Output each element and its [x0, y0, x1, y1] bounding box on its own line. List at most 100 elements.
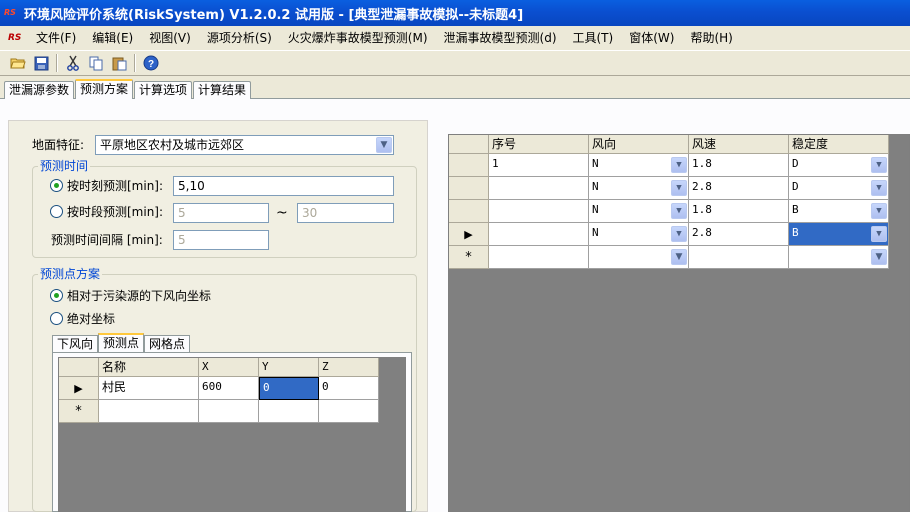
new-row-selector[interactable]: *: [59, 400, 99, 423]
chevron-down-icon[interactable]: ▼: [871, 226, 887, 242]
stability-select[interactable]: ▼: [789, 246, 889, 269]
ground-feature-value: 平原地区农村及城市远郊区: [100, 138, 245, 152]
wind-dir-select[interactable]: N ▼: [589, 200, 689, 223]
wind-dir-select[interactable]: N ▼: [589, 177, 689, 200]
help-icon[interactable]: ?: [141, 53, 161, 73]
chevron-down-icon[interactable]: ▼: [871, 180, 887, 196]
tab-downwind[interactable]: 下风向: [52, 335, 99, 353]
wind-dir-value: N: [592, 203, 599, 216]
tab-leak-source-params[interactable]: 泄漏源参数: [4, 81, 75, 99]
row-selector[interactable]: [449, 200, 489, 223]
grid-cell-wind-speed[interactable]: 1.8: [689, 200, 789, 223]
radio-relative-coords[interactable]: [50, 289, 63, 302]
stability-select[interactable]: B ▼: [789, 200, 889, 223]
grid-header-stability[interactable]: 稳定度: [789, 135, 889, 154]
grid-header-z[interactable]: Z: [319, 358, 379, 377]
svg-text:?: ?: [148, 59, 154, 70]
grid-cell-wind-speed[interactable]: 1.8: [689, 154, 789, 177]
grid-cell-name[interactable]: 村民: [99, 377, 199, 400]
row-selector[interactable]: [449, 154, 489, 177]
radio-absolute-coords[interactable]: [50, 312, 63, 325]
tab-calc-options[interactable]: 计算选项: [134, 81, 193, 99]
period-to-input[interactable]: 30: [297, 203, 394, 223]
menu-fire-explosion[interactable]: 火灾爆炸事故模型预测(M): [282, 27, 438, 49]
grid-header-name[interactable]: 名称: [99, 358, 199, 377]
paste-icon[interactable]: [109, 53, 129, 73]
grid-header-wind-dir[interactable]: 风向: [589, 135, 689, 154]
menu-tools[interactable]: 工具(T): [567, 27, 624, 49]
interval-label: 预测时间间隔 [min]:: [51, 233, 163, 247]
new-row-cell[interactable]: [689, 246, 789, 269]
chevron-down-icon[interactable]: ▼: [671, 249, 687, 265]
menu-edit[interactable]: 编辑(E): [86, 27, 143, 49]
row-selector[interactable]: ▶: [59, 377, 99, 400]
chevron-down-icon[interactable]: ▼: [376, 137, 392, 153]
chevron-down-icon[interactable]: ▼: [671, 157, 687, 173]
grid-header-seq[interactable]: 序号: [489, 135, 589, 154]
grid-cell-x[interactable]: 600: [199, 377, 259, 400]
menu-window[interactable]: 窗体(W): [623, 27, 684, 49]
radio-by-period-label[interactable]: 按时段预测[min]:: [67, 203, 163, 221]
menu-view[interactable]: 视图(V): [143, 27, 201, 49]
wind-dir-select[interactable]: N ▼: [589, 223, 689, 246]
wind-dir-select[interactable]: N ▼: [589, 154, 689, 177]
grid-cell-seq[interactable]: [489, 223, 589, 246]
grid-cell-seq[interactable]: [489, 200, 589, 223]
grid-cell-seq[interactable]: 1: [489, 154, 589, 177]
chevron-down-icon[interactable]: ▼: [871, 249, 887, 265]
tab-prediction-points[interactable]: 预测点: [98, 333, 145, 353]
radio-by-time[interactable]: [50, 179, 63, 192]
stability-value: D: [792, 157, 799, 170]
radio-absolute-coords-label[interactable]: 绝对坐标: [67, 310, 115, 328]
menu-bar: RS 文件(F) 编辑(E) 视图(V) 源项分析(S) 火灾爆炸事故模型预测(…: [0, 26, 910, 50]
tab-prediction-plan[interactable]: 预测方案: [75, 79, 134, 99]
menu-leak-prediction[interactable]: 泄漏事故模型预测(d): [438, 27, 567, 49]
grid-cell-wind-speed[interactable]: 2.8: [689, 223, 789, 246]
grid-cell-z[interactable]: 0: [319, 377, 379, 400]
tab-grid-points[interactable]: 网格点: [144, 335, 191, 353]
menu-file[interactable]: 文件(F): [30, 27, 86, 49]
menu-app-icon[interactable]: RS: [8, 33, 30, 43]
by-time-input[interactable]: 5,10: [173, 176, 394, 196]
chevron-down-icon[interactable]: ▼: [671, 203, 687, 219]
prediction-point-title: 预测点方案: [38, 267, 103, 281]
stability-select[interactable]: D ▼: [789, 154, 889, 177]
tab-calc-results[interactable]: 计算结果: [193, 81, 252, 99]
radio-by-period[interactable]: [50, 205, 63, 218]
chevron-down-icon[interactable]: ▼: [671, 226, 687, 242]
cut-icon[interactable]: [63, 53, 83, 73]
menu-source-analysis[interactable]: 源项分析(S): [201, 27, 282, 49]
stability-select-selected[interactable]: B ▼: [789, 223, 889, 246]
menu-help[interactable]: 帮助(H): [684, 27, 742, 49]
chevron-down-icon[interactable]: ▼: [671, 180, 687, 196]
new-row-cell[interactable]: [99, 400, 199, 423]
radio-by-time-label[interactable]: 按时刻预测[min]:: [67, 177, 163, 195]
period-separator: ~: [276, 205, 288, 221]
title-bar: RS 环境风险评价系统(RiskSystem) V1.2.0.2 试用版 - […: [0, 0, 910, 26]
save-icon[interactable]: [31, 53, 51, 73]
tab-strip: 泄漏源参数 预测方案 计算选项 计算结果: [4, 79, 252, 99]
period-from-input[interactable]: 5: [173, 203, 269, 223]
chevron-down-icon[interactable]: ▼: [871, 157, 887, 173]
interval-input[interactable]: 5: [173, 230, 269, 250]
radio-relative-coords-label[interactable]: 相对于污染源的下风向坐标: [67, 287, 211, 305]
ground-feature-select[interactable]: 平原地区农村及城市远郊区 ▼: [95, 135, 394, 155]
open-folder-icon[interactable]: [8, 53, 28, 73]
new-row-cell[interactable]: [319, 400, 379, 423]
grid-header-wind-speed[interactable]: 风速: [689, 135, 789, 154]
new-row-cell[interactable]: [489, 246, 589, 269]
copy-icon[interactable]: [86, 53, 106, 73]
grid-cell-wind-speed[interactable]: 2.8: [689, 177, 789, 200]
new-row-cell[interactable]: [199, 400, 259, 423]
grid-cell-y[interactable]: 0: [259, 377, 319, 400]
chevron-down-icon[interactable]: ▼: [871, 203, 887, 219]
grid-header-y[interactable]: Y: [259, 358, 319, 377]
wind-dir-select[interactable]: ▼: [589, 246, 689, 269]
new-row-cell[interactable]: [259, 400, 319, 423]
grid-header-x[interactable]: X: [199, 358, 259, 377]
new-row-selector[interactable]: *: [449, 246, 489, 269]
stability-select[interactable]: D ▼: [789, 177, 889, 200]
row-selector[interactable]: [449, 177, 489, 200]
row-selector-current[interactable]: ▶: [449, 223, 489, 246]
grid-cell-seq[interactable]: [489, 177, 589, 200]
